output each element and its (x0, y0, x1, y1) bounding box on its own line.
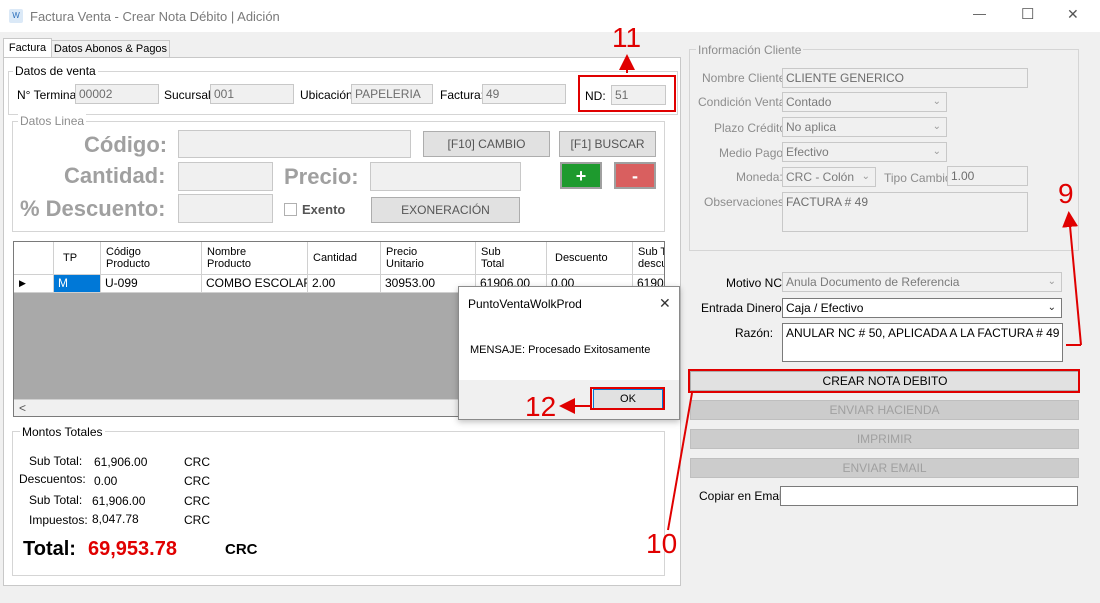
arrow-9 (1062, 211, 1082, 346)
arrow-10 (667, 392, 693, 531)
annotation-arrows (559, 54, 1082, 531)
